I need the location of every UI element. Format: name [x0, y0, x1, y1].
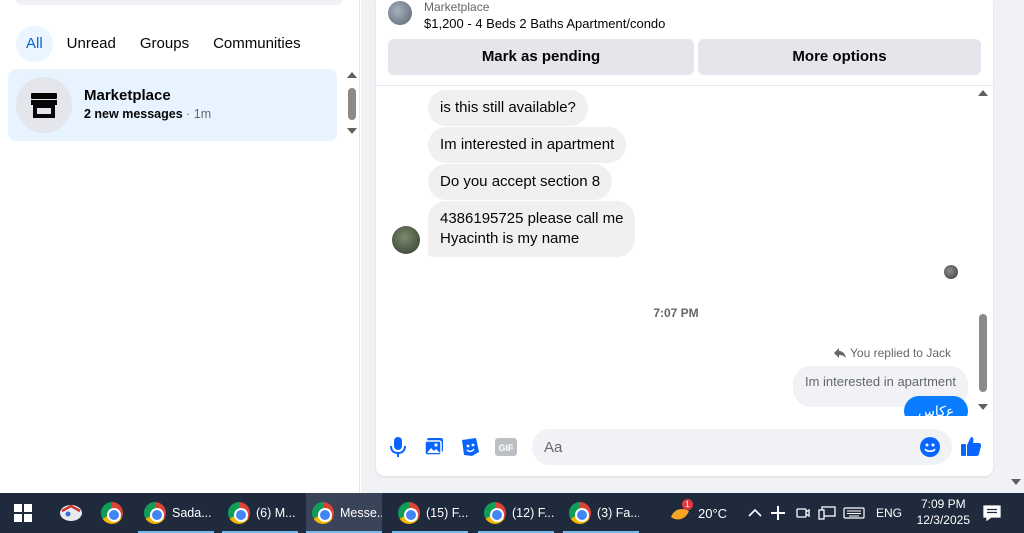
chrome-icon: [484, 502, 506, 524]
filter-unread[interactable]: Unread: [57, 26, 126, 62]
conversation-preview: 2 new messages · 1m: [84, 107, 211, 121]
svg-text:GIF: GIF: [499, 443, 515, 453]
windows-start-icon[interactable]: [14, 493, 32, 533]
chat-list-panel: All Unread Groups Communities Marketplac…: [0, 0, 360, 493]
chrome-icon: [569, 502, 591, 524]
taskbar-app-messenger-active[interactable]: Messe...: [306, 493, 382, 533]
taskbar-app-sada[interactable]: Sada...: [138, 493, 214, 533]
conversation-item-marketplace[interactable]: Marketplace 2 new messages · 1m: [8, 69, 337, 141]
replied-label: You replied to Jack: [850, 346, 951, 360]
message-thread: is this still available? Im interested i…: [376, 86, 993, 416]
scroll-up-arrow-icon[interactable]: [978, 90, 988, 96]
system-clock[interactable]: 7:09 PM 12/3/2025: [917, 496, 970, 528]
chrome-icon: [398, 502, 420, 524]
weather-sun-icon: 1: [668, 499, 693, 525]
listing-thumbnail[interactable]: [388, 1, 412, 25]
notifications-icon[interactable]: [983, 493, 1001, 533]
chrome-icon: [228, 502, 250, 524]
keyboard-icon[interactable]: [843, 493, 865, 533]
sticker-icon[interactable]: [459, 436, 481, 458]
filter-all[interactable]: All: [16, 26, 53, 62]
conversation-time: · 1m: [182, 107, 212, 121]
scroll-down-arrow-icon[interactable]: [978, 404, 988, 410]
conversation-title: Marketplace: [84, 87, 171, 104]
sender-avatar[interactable]: [392, 226, 420, 254]
replied-indicator: You replied to Jack: [834, 346, 951, 360]
message-line: 4386195725 please call me: [440, 210, 624, 227]
emoji-icon[interactable]: [920, 437, 940, 457]
listing-source: Marketplace: [424, 0, 490, 14]
message-composer[interactable]: [532, 429, 952, 465]
scroll-thumb[interactable]: [979, 314, 987, 392]
weather-widget[interactable]: 1 20°C: [668, 493, 727, 533]
weather-badge: 1: [682, 499, 693, 510]
scroll-thumb[interactable]: [348, 88, 356, 120]
input-language[interactable]: ENG: [876, 493, 902, 533]
seen-receipt-avatar: [944, 265, 958, 279]
taskbar-app-label: (3) Fa...: [597, 506, 639, 520]
taskbar-app-facebook-3[interactable]: (3) Fa...: [563, 493, 639, 533]
chrome-icon: [144, 502, 166, 524]
message-bubble[interactable]: Im interested in apartment: [428, 127, 627, 163]
plus-icon[interactable]: [771, 493, 785, 533]
thread-scrollbar[interactable]: [976, 88, 990, 414]
message-bubble[interactable]: is this still available?: [428, 90, 588, 126]
clock-date: 12/3/2025: [916, 513, 970, 527]
chat-filters: All Unread Groups Communities: [16, 26, 311, 62]
taskbar-app-label: (12) F...: [512, 506, 554, 520]
filter-groups[interactable]: Groups: [130, 26, 199, 62]
reply-arrow-icon: [834, 348, 847, 358]
microphone-icon[interactable]: [387, 436, 409, 458]
chrome-icon: [312, 502, 334, 524]
listing-title[interactable]: $1,200 - 4 Beds 2 Baths Apartment/condo: [424, 16, 665, 31]
own-message-bubble[interactable]: ع‌کاس: [904, 396, 968, 416]
clock-time: 7:09 PM: [920, 497, 966, 511]
scroll-up-arrow-icon[interactable]: [347, 72, 357, 78]
network-icon[interactable]: [818, 493, 836, 533]
more-options-button[interactable]: More options: [698, 39, 981, 75]
message-input[interactable]: [544, 429, 904, 465]
message-line: Hyacinth is my name: [440, 230, 580, 247]
scroll-down-arrow-icon[interactable]: [347, 128, 357, 134]
chevron-up-icon[interactable]: [748, 493, 762, 533]
taskbar-app-label: (15) F...: [426, 506, 468, 520]
meet-now-icon[interactable]: [796, 493, 810, 533]
like-thumbs-up-icon[interactable]: [960, 435, 982, 457]
taskbar-app-facebook-12[interactable]: (12) F...: [478, 493, 554, 533]
timestamp-divider: 7:07 PM: [653, 306, 699, 320]
chat-list-scrollbar[interactable]: [345, 72, 359, 138]
mark-as-pending-button[interactable]: Mark as pending: [388, 39, 694, 75]
photo-icon[interactable]: [423, 436, 445, 458]
taskbar-app-facebook-15[interactable]: (15) F...: [392, 493, 468, 533]
pinned-app-icon[interactable]: [58, 493, 84, 533]
search-bar-edge[interactable]: [16, 0, 342, 5]
taskbar-app-label: (6) M...: [256, 506, 296, 520]
marketplace-store-icon: [16, 77, 72, 133]
taskbar-app-label: Sada...: [172, 506, 212, 520]
taskbar-app-label: Messe...: [340, 506, 382, 520]
message-bubble[interactable]: 4386195725 please call me Hyacinth is my…: [428, 201, 636, 257]
weather-temperature: 20°C: [698, 505, 728, 521]
taskbar-app-messenger-6[interactable]: (6) M...: [222, 493, 298, 533]
chrome-icon[interactable]: [101, 493, 129, 533]
filter-communities[interactable]: Communities: [203, 26, 311, 62]
message-bubble[interactable]: Do you accept section 8: [428, 164, 613, 200]
page-scroll-down-arrow-icon[interactable]: [1011, 479, 1021, 485]
new-messages-count: 2 new messages: [84, 107, 183, 121]
gif-icon[interactable]: GIF: [495, 436, 517, 458]
windows-taskbar: Sada... (6) M... Messe... (15) F... (12)…: [0, 493, 1024, 533]
